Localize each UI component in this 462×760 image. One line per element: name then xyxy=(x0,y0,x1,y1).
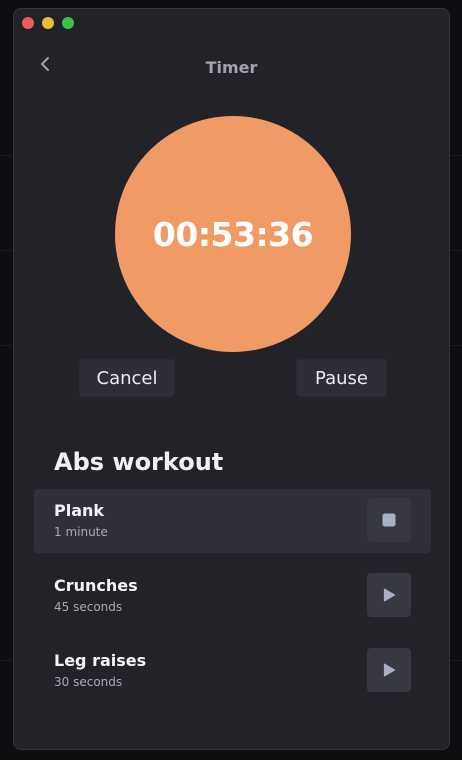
window-controls xyxy=(22,17,74,29)
exercise-duration: 45 seconds xyxy=(54,600,123,614)
play-button[interactable] xyxy=(367,573,411,617)
cancel-button[interactable]: Cancel xyxy=(79,359,175,397)
page-title: Timer xyxy=(205,58,258,77)
timer-dial: 00:53:36 xyxy=(115,116,351,352)
stop-button[interactable] xyxy=(367,498,411,542)
exercise-name: Plank xyxy=(54,501,105,520)
close-window-button[interactable] xyxy=(22,17,34,29)
stop-icon xyxy=(382,513,396,527)
minimize-window-button[interactable] xyxy=(42,17,54,29)
maximize-window-button[interactable] xyxy=(62,17,74,29)
exercise-duration: 1 minute xyxy=(54,525,108,539)
workout-title: Abs workout xyxy=(54,448,224,476)
timer-display: 00:53:36 xyxy=(152,214,314,254)
timer-window: Timer 00:53:36 Cancel Pause Abs workout … xyxy=(13,8,450,750)
exercise-name: Crunches xyxy=(54,576,138,595)
exercise-item-crunches[interactable]: Crunches 45 seconds xyxy=(34,564,431,628)
exercise-name: Leg raises xyxy=(54,651,147,670)
exercise-item-plank[interactable]: Plank 1 minute xyxy=(34,489,431,553)
play-icon xyxy=(383,588,396,602)
play-button[interactable] xyxy=(367,648,411,692)
exercise-duration: 30 seconds xyxy=(54,675,123,689)
exercise-item-leg-raises[interactable]: Leg raises 30 seconds xyxy=(34,639,431,703)
pause-button[interactable]: Pause xyxy=(296,359,387,397)
play-icon xyxy=(383,663,396,677)
